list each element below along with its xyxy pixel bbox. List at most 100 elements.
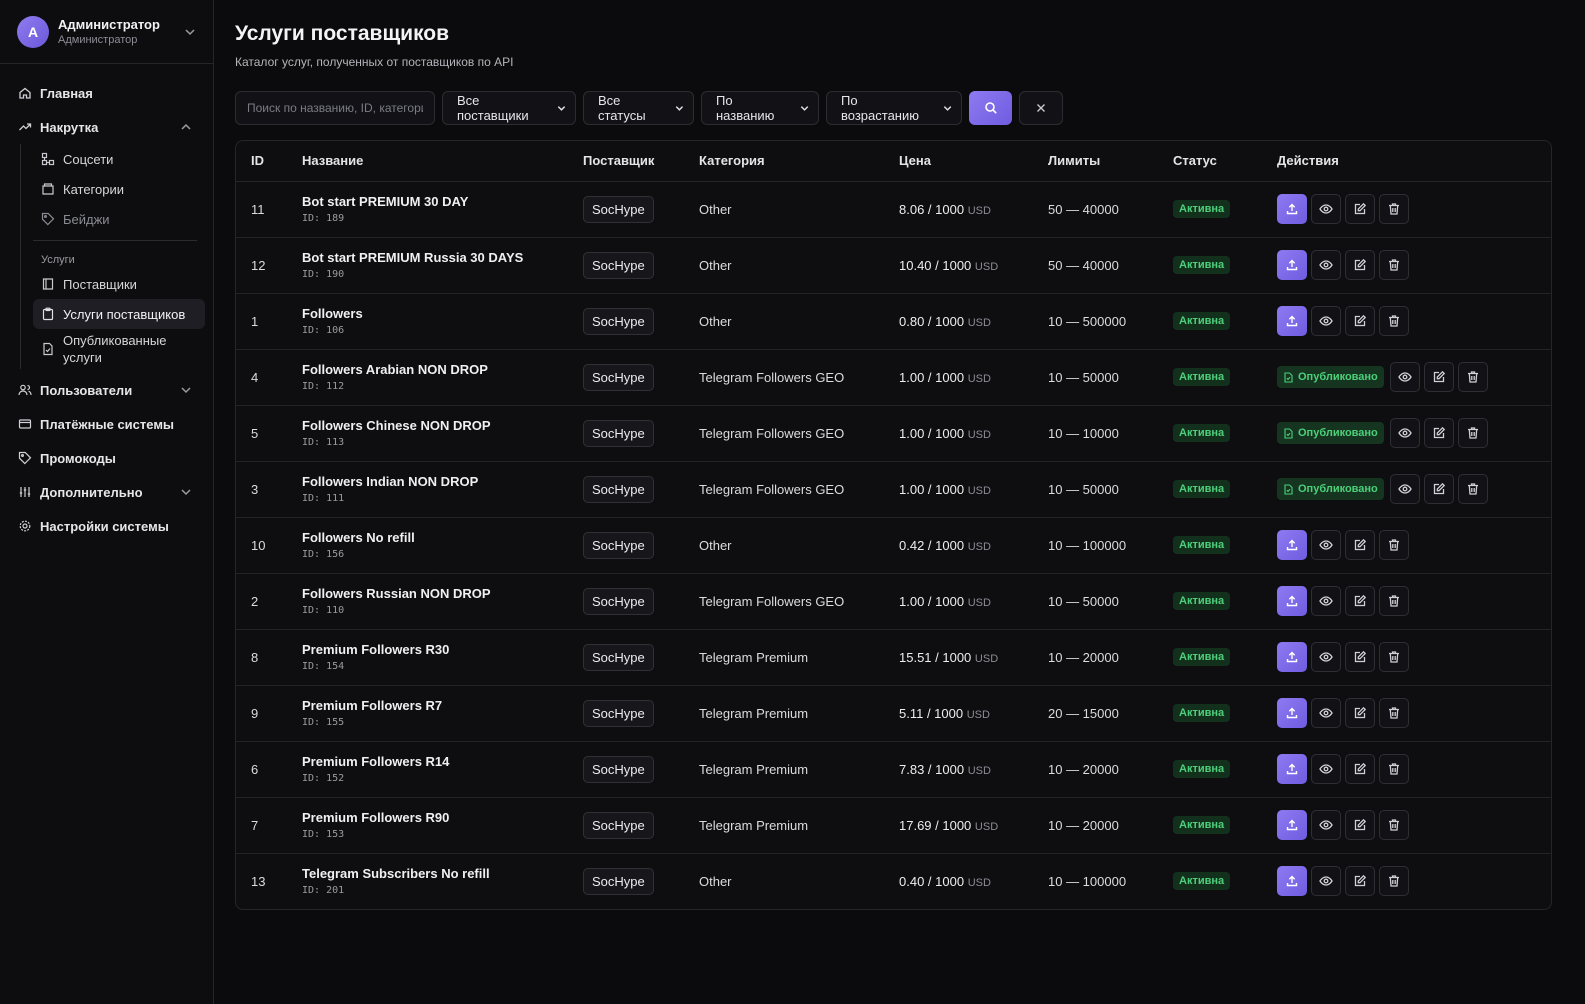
search-input[interactable]: [235, 91, 435, 125]
view-button[interactable]: [1311, 698, 1341, 728]
table-row[interactable]: 8 Premium Followers R30 ID: 154 SocHype …: [236, 629, 1551, 686]
edit-button[interactable]: [1345, 250, 1375, 280]
edit-button[interactable]: [1345, 586, 1375, 616]
publish-button[interactable]: [1277, 530, 1307, 560]
table-row[interactable]: 3 Followers Indian NON DROP ID: 111 SocH…: [236, 461, 1551, 518]
edit-button[interactable]: [1345, 306, 1375, 336]
edit-button[interactable]: [1423, 474, 1454, 504]
upload-icon: [1286, 819, 1298, 831]
user-menu[interactable]: А Администратор Администратор: [0, 0, 213, 64]
table-row[interactable]: 1 Followers ID: 106 SocHype Other 0.80 /…: [236, 293, 1551, 350]
edit-button[interactable]: [1345, 810, 1375, 840]
supplier-tag: SocHype: [583, 867, 654, 895]
sidebar-item-payments[interactable]: Платёжные системы: [0, 407, 213, 441]
publish-button[interactable]: [1277, 698, 1307, 728]
view-button[interactable]: [1311, 810, 1341, 840]
table-row[interactable]: 4 Followers Arabian NON DROP ID: 112 Soc…: [236, 349, 1551, 406]
edit-button[interactable]: [1345, 642, 1375, 672]
edit-button[interactable]: [1345, 866, 1375, 897]
table-row[interactable]: 13 Telegram Subscribers No refill ID: 20…: [236, 853, 1551, 909]
search-button[interactable]: [969, 91, 1012, 125]
service-external-id: ID: 152: [302, 773, 345, 784]
table-row[interactable]: 6 Premium Followers R14 ID: 152 SocHype …: [236, 741, 1551, 798]
table-row[interactable]: 7 Premium Followers R90 ID: 153 SocHype …: [236, 797, 1551, 854]
column-header-status[interactable]: Статус: [1173, 141, 1277, 182]
table-row[interactable]: 10 Followers No refill ID: 156 SocHype O…: [236, 517, 1551, 574]
edit-button[interactable]: [1423, 362, 1454, 392]
view-button[interactable]: [1389, 418, 1420, 448]
sidebar-item-promo[interactable]: Промокоды: [0, 441, 213, 475]
publish-button[interactable]: [1277, 250, 1307, 280]
delete-button[interactable]: [1379, 194, 1409, 224]
edit-button[interactable]: [1423, 418, 1454, 448]
sidebar-item-badges[interactable]: Бейджи: [33, 204, 205, 234]
delete-button[interactable]: [1379, 530, 1409, 560]
delete-button[interactable]: [1457, 474, 1488, 504]
delete-button[interactable]: [1379, 586, 1409, 616]
column-header-price[interactable]: Цена: [899, 141, 1048, 182]
sidebar-item-users[interactable]: Пользователи: [0, 373, 213, 407]
chevron-down-icon[interactable]: [183, 25, 197, 39]
edit-button[interactable]: [1345, 698, 1375, 728]
column-header-id[interactable]: ID: [236, 141, 302, 182]
publish-button[interactable]: [1277, 754, 1307, 784]
sidebar-item-settings[interactable]: Настройки системы: [0, 509, 213, 543]
status-select[interactable]: Все статусы: [583, 91, 694, 125]
cell-limits: 10 — 20000: [1048, 797, 1173, 854]
table-row[interactable]: 5 Followers Chinese NON DROP ID: 113 Soc…: [236, 405, 1551, 462]
cell-price: 10.40 / 1000 USD: [899, 237, 1048, 294]
delete-button[interactable]: [1379, 250, 1409, 280]
column-header-name[interactable]: Название: [302, 141, 583, 182]
view-button[interactable]: [1311, 586, 1341, 616]
delete-button[interactable]: [1379, 642, 1409, 672]
view-button[interactable]: [1311, 754, 1341, 784]
table-row[interactable]: 2 Followers Russian NON DROP ID: 110 Soc…: [236, 573, 1551, 630]
sidebar-item-extra[interactable]: Дополнительно: [0, 475, 213, 509]
publish-button[interactable]: [1277, 866, 1307, 897]
edit-button[interactable]: [1345, 530, 1375, 560]
clear-filters-button[interactable]: [1019, 91, 1063, 125]
table-row[interactable]: 9 Premium Followers R7 ID: 155 SocHype T…: [236, 685, 1551, 742]
column-header-supplier[interactable]: Поставщик: [583, 141, 699, 182]
table-row[interactable]: 12 Bot start PREMIUM Russia 30 DAYS ID: …: [236, 237, 1551, 294]
view-button[interactable]: [1311, 250, 1341, 280]
sidebar-item-categories[interactable]: Категории: [33, 174, 205, 204]
cell-id: 2: [236, 573, 302, 630]
publish-button[interactable]: [1277, 306, 1307, 336]
sidebar-item-socials[interactable]: Соцсети: [33, 144, 205, 174]
sidebar-item-boost[interactable]: Накрутка: [0, 110, 213, 144]
publish-button[interactable]: [1277, 642, 1307, 672]
column-header-category[interactable]: Категория: [699, 141, 899, 182]
sort-field-select[interactable]: По названию: [701, 91, 819, 125]
view-button[interactable]: [1311, 194, 1341, 224]
delete-button[interactable]: [1379, 754, 1409, 784]
eye-icon: [1398, 428, 1412, 438]
sidebar-item-published[interactable]: Опубликованные услуги: [33, 329, 205, 369]
sidebar-item-suppliers[interactable]: Поставщики: [33, 269, 205, 299]
view-button[interactable]: [1311, 530, 1341, 560]
sidebar-item-supplier-services[interactable]: Услуги поставщиков: [33, 299, 205, 329]
cell-limits: 10 — 20000: [1048, 741, 1173, 798]
delete-button[interactable]: [1457, 362, 1488, 392]
edit-button[interactable]: [1345, 194, 1375, 224]
view-button[interactable]: [1311, 642, 1341, 672]
view-button[interactable]: [1311, 866, 1341, 897]
sort-order-select[interactable]: По возрастанию: [826, 91, 962, 125]
sidebar-item-home[interactable]: Главная: [0, 76, 213, 110]
delete-button[interactable]: [1457, 418, 1488, 448]
table-row[interactable]: 11 Bot start PREMIUM 30 DAY ID: 189 SocH…: [236, 181, 1551, 238]
publish-button[interactable]: [1277, 586, 1307, 616]
delete-button[interactable]: [1379, 810, 1409, 840]
delete-button[interactable]: [1379, 698, 1409, 728]
view-button[interactable]: [1311, 306, 1341, 336]
delete-button[interactable]: [1379, 306, 1409, 336]
view-button[interactable]: [1389, 474, 1420, 504]
publish-button[interactable]: [1277, 194, 1307, 224]
delete-button[interactable]: [1379, 866, 1409, 897]
column-header-limits[interactable]: Лимиты: [1048, 141, 1173, 182]
publish-button[interactable]: [1277, 810, 1307, 840]
supplier-select[interactable]: Все поставщики: [442, 91, 576, 125]
edit-button[interactable]: [1345, 754, 1375, 784]
view-button[interactable]: [1389, 362, 1420, 392]
service-external-id: ID: 153: [302, 829, 345, 840]
